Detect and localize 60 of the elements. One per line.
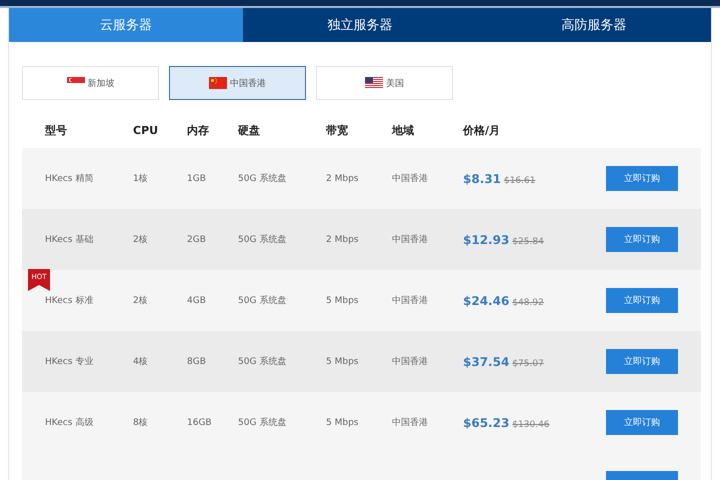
table-cell: 1GB xyxy=(187,174,206,184)
old-price: $130.46 xyxy=(512,420,550,430)
table-cell-text: 中国香港 xyxy=(392,172,428,185)
table-cell-text: HKecs 标准 xyxy=(45,294,94,307)
table-cell: 5 Mbps xyxy=(326,356,358,366)
table-cell-text: 50G 系统盘 xyxy=(238,356,286,368)
table-cell-text: 中国香港 xyxy=(392,356,428,368)
column-header: 内存 xyxy=(187,123,209,138)
table-cell-text: 8核 xyxy=(133,416,148,429)
table-cell: 2 Mbps xyxy=(326,174,358,184)
price: $12.93 xyxy=(463,232,510,246)
table-cell-text: 2核 xyxy=(133,294,148,307)
tab[interactable]: 云服务器 xyxy=(9,8,243,42)
old-price: $25.84 xyxy=(512,236,544,246)
table-cell-text: 中国香港 xyxy=(392,416,428,429)
table-cell-text: 50G 系统盘 xyxy=(238,234,286,246)
table-cell: 16GB xyxy=(187,418,212,428)
table-cell-text: HKecs 专业 xyxy=(45,356,94,368)
price: $24.46 xyxy=(463,294,510,308)
column-header: 价格/月 xyxy=(463,123,500,138)
table-cell-text: 2核 xyxy=(133,234,148,246)
table-cell-text: 中国香港 xyxy=(392,294,428,307)
column-header: CPU xyxy=(133,124,158,137)
table-cell-text: 4核 xyxy=(133,356,148,368)
table-cell-text: HKecs 基础 xyxy=(45,234,94,246)
old-price: $75.07 xyxy=(512,358,544,368)
buy-button[interactable]: 立即订购 xyxy=(606,288,678,313)
table-cell-text: 1核 xyxy=(133,172,148,185)
table-cell: 5 Mbps xyxy=(326,296,358,306)
column-header: 地域 xyxy=(392,123,414,138)
tab[interactable]: 独立服务器 xyxy=(243,8,477,42)
table-cell: 2GB xyxy=(187,234,206,244)
table-cell-text: HKecs 高级 xyxy=(45,416,94,429)
column-header: 型号 xyxy=(45,123,67,138)
old-price: $48.92 xyxy=(512,298,544,308)
column-header: 硬盘 xyxy=(238,123,260,138)
column-header: 带宽 xyxy=(326,123,348,138)
price: $8.31 xyxy=(463,172,501,186)
buy-button[interactable]: 立即订购 xyxy=(606,410,678,435)
table-cell: 8GB xyxy=(187,356,206,366)
buy-button[interactable]: 立即订购 xyxy=(606,227,678,252)
table-cell-text: HKecs 精简 xyxy=(45,172,94,185)
price: $65.23 xyxy=(463,416,510,430)
tab[interactable]: 高防服务器 xyxy=(477,8,711,42)
buy-button[interactable]: 立即订购 xyxy=(606,349,678,374)
table-cell-text: 50G 系统盘 xyxy=(238,416,286,429)
old-price: $16.61 xyxy=(504,176,536,186)
region-button[interactable]: 美国 xyxy=(316,66,453,100)
table-cell: 2 Mbps xyxy=(326,234,358,244)
table-cell-text: 中国香港 xyxy=(392,234,428,246)
region-button[interactable]: 新加坡 xyxy=(22,66,159,100)
table-cell: 4GB xyxy=(187,296,206,306)
flag-icon xyxy=(365,77,383,89)
region-button[interactable]: 中国香港 xyxy=(169,66,306,100)
flag-icon xyxy=(209,77,227,89)
table-cell: 5 Mbps xyxy=(326,418,358,428)
price: $37.54 xyxy=(463,354,510,368)
buy-button[interactable]: 立即订购 xyxy=(606,166,678,191)
table-cell-text: 50G 系统盘 xyxy=(238,172,286,185)
table-cell-text: 50G 系统盘 xyxy=(238,294,286,307)
